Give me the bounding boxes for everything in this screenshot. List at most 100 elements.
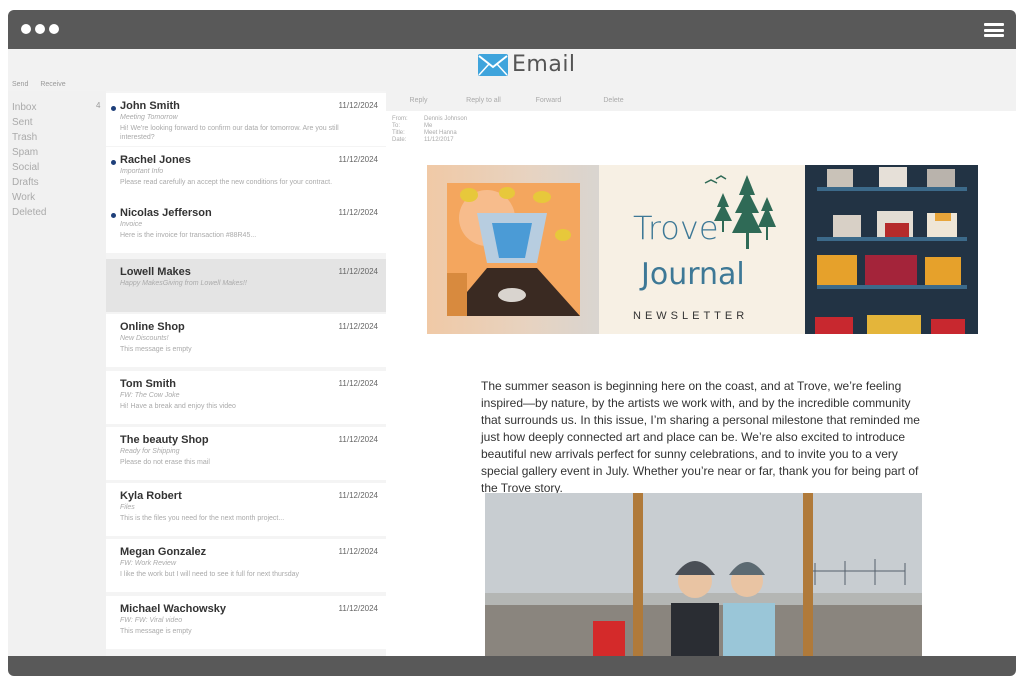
message-date: 11/12/2024 (338, 435, 378, 444)
folder-sidebar: Inbox Sent Trash Spam Social Drafts Work Delete… (8, 91, 106, 656)
message-sender: Lowell Makes (120, 266, 191, 278)
message-meta: From: Dennis Johnson To: Me Title: Meet Han… (392, 116, 467, 144)
message-date: 11/12/2024 (338, 322, 378, 331)
window-dot-icon[interactable] (49, 24, 59, 34)
message-date: 11/12/2024 (338, 267, 378, 276)
message-preview: This message is empty (120, 628, 192, 635)
to-label: To: (392, 123, 401, 129)
message-date: 11/12/2024 (338, 547, 378, 556)
folder-spam[interactable]: Spam (8, 145, 46, 160)
message-row[interactable]: Tom Smith 11/12/2024 FW: The Cow Joke Hi! H… (106, 371, 386, 424)
date-label: Date: (392, 137, 407, 143)
browser-frame: Email Send Receive Inbox Sent Trash Spam Soc… (8, 10, 1016, 676)
message-row[interactable]: Lowell Makes 11/12/2024 Happy MakesGiving … (106, 259, 386, 312)
message-date: 11/12/2024 (338, 379, 378, 388)
hamburger-menu-icon[interactable] (984, 23, 1004, 37)
folder-deleted[interactable]: Deleted (8, 205, 46, 220)
send-button[interactable]: Send (12, 81, 28, 88)
title-label: Title: (392, 130, 405, 136)
message-date: 11/12/2024 (338, 604, 378, 613)
painting-photo (427, 165, 599, 334)
message-preview: Please do not erase this mail (120, 459, 210, 466)
message-sender: Rachel Jones (120, 154, 191, 166)
message-sender: Kyla Robert (120, 490, 182, 502)
folder-sent[interactable]: Sent (8, 115, 46, 130)
message-subject: Invoice (120, 221, 143, 228)
unread-dot-icon (111, 213, 116, 218)
title-value: Meet Hanna (424, 130, 457, 136)
window-titlebar (8, 10, 1016, 49)
unread-dot-icon (111, 160, 116, 165)
message-row[interactable]: Michael Wachowsky 11/12/2024 FW: FW: Viral… (106, 596, 386, 649)
window-footer (8, 656, 1016, 676)
from-value: Dennis Johnson (424, 116, 468, 122)
reading-pane: Reply Reply to all Forward Delete From: Denn… (386, 91, 1016, 656)
message-row[interactable]: Megan Gonzalez 11/12/2024 FW: Work Review I… (106, 539, 386, 592)
message-sender: Michael Wachowsky (120, 603, 226, 615)
newsletter-label: NEWSLETTER (633, 310, 749, 322)
reply-button[interactable]: Reply (386, 91, 451, 111)
newsletter-banner: Trove Journal NEWSLETTER (427, 165, 978, 334)
logo-text: Email (512, 52, 576, 77)
email-app: Email Send Receive Inbox Sent Trash Spam Soc… (8, 49, 1016, 656)
envelope-icon (478, 53, 508, 76)
message-sender: Nicolas Jefferson (120, 207, 212, 219)
message-subject: Meeting Tomorrow (120, 114, 178, 121)
message-subject: FW: Work Review (120, 560, 176, 567)
folder-work[interactable]: Work (8, 190, 46, 205)
message-preview: This message is empty (120, 346, 192, 353)
message-date: 11/12/2024 (338, 208, 378, 217)
message-subject: Important Info (120, 168, 164, 175)
message-sender: The beauty Shop (120, 434, 209, 446)
painting (447, 183, 580, 316)
message-date: 11/12/2024 (338, 155, 378, 164)
reply-to-all-button[interactable]: Reply to all (451, 91, 516, 111)
message-row[interactable]: Nicolas Jefferson 11/12/2024 Invoice Here i… (106, 200, 386, 253)
pine-trees-icon (704, 175, 776, 249)
from-label: From: (392, 116, 408, 122)
message-preview: Hi! We're looking forward to confirm our… (120, 125, 339, 141)
message-preview: Here is the invoice for transaction #88R… (120, 232, 257, 239)
receive-button[interactable]: Receive (40, 81, 65, 88)
reader-toolbar: Reply Reply to all Forward Delete (386, 91, 1016, 111)
message-sender: Megan Gonzalez (120, 546, 207, 558)
message-preview: I like the work but I will need to see i… (120, 571, 299, 578)
two-women-photo (485, 493, 922, 656)
message-date: 11/12/2024 (338, 101, 378, 110)
folder-social[interactable]: Social (8, 160, 46, 175)
message-date: 11/12/2024 (338, 491, 378, 500)
message-row[interactable]: Online Shop 11/12/2024 New Discounts! This … (106, 314, 386, 367)
message-sender: John Smith (120, 100, 180, 112)
window-controls[interactable] (21, 24, 59, 34)
message-row[interactable]: Rachel Jones 11/12/2024 Important Info Plea… (106, 147, 386, 200)
message-preview: Hi! Have a break and enjoy this video (120, 403, 236, 410)
date-value: 11/12/2017 (424, 137, 454, 143)
message-sender: Online Shop (120, 321, 185, 333)
forward-button[interactable]: Forward (516, 91, 581, 111)
message-subject: Happy MakesGiving from Lowell Makes!! (120, 280, 247, 287)
window-dot-icon[interactable] (21, 24, 31, 34)
message-row[interactable]: John Smith 11/12/2024 Meeting Tomorrow Hi! … (106, 93, 386, 146)
message-subject: FW: FW: Viral video (120, 617, 183, 624)
message-preview: This is the files you need for the next … (120, 515, 285, 522)
trove-journal-logo: Trove Journal NEWSLETTER (599, 165, 805, 334)
journal-title: Journal (641, 257, 745, 292)
folder-drafts[interactable]: Drafts (8, 175, 46, 190)
message-row[interactable]: The beauty Shop 11/12/2024 Ready for Shipp… (106, 427, 386, 480)
unread-dot-icon (111, 106, 116, 111)
app-header: Email Send Receive (8, 49, 1016, 91)
window-dot-icon[interactable] (35, 24, 45, 34)
message-list: John Smith 11/12/2024 Meeting Tomorrow Hi! … (106, 91, 386, 656)
inbox-unread-count: 4 (96, 101, 101, 110)
delete-button[interactable]: Delete (581, 91, 646, 111)
folder-inbox[interactable]: Inbox (8, 100, 46, 115)
trove-title: Trove (633, 209, 719, 247)
folder-trash[interactable]: Trash (8, 130, 46, 145)
newsletter-body: The summer season is beginning here on t… (481, 379, 920, 495)
folder-list: Inbox Sent Trash Spam Social Drafts Work Delete… (8, 100, 46, 220)
message-subject: Files (120, 504, 135, 511)
email-logo: Email (478, 52, 576, 77)
message-subject: New Discounts! (120, 335, 169, 342)
message-row[interactable]: Kyla Robert 11/12/2024 Files This is the fi… (106, 483, 386, 536)
message-subject: Ready for Shipping (120, 448, 180, 455)
